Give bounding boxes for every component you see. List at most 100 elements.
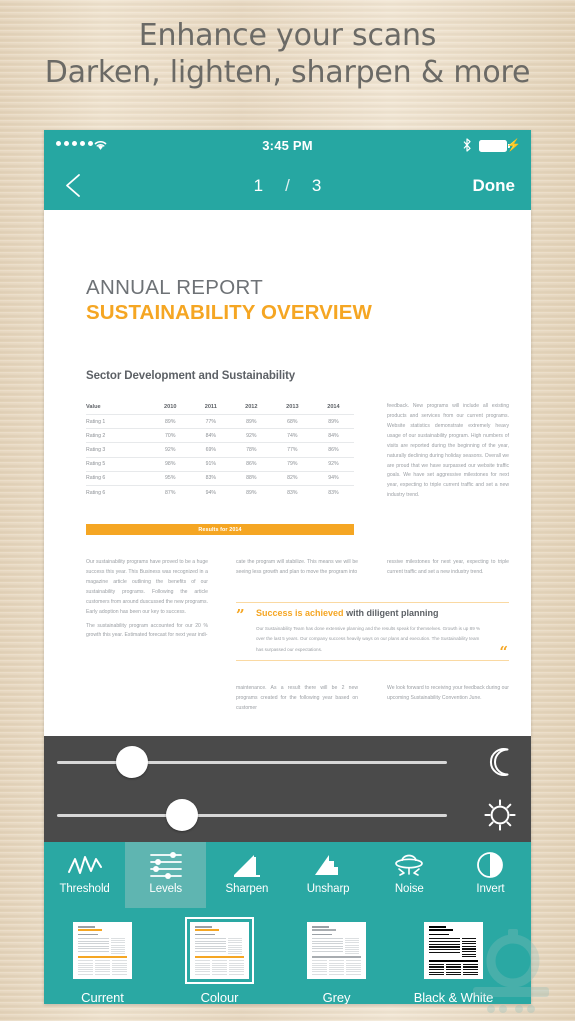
table-cell: 88% <box>230 470 272 486</box>
filter-preset-label: Grey <box>322 990 351 1004</box>
table-cell: 83% <box>190 470 231 486</box>
tool-sharpen[interactable]: Sharpen <box>206 842 287 908</box>
filter-preset-black-and-white[interactable]: Black & White <box>395 917 512 1004</box>
table-cell: Rating 6 <box>86 470 150 486</box>
paragraph: Our sustainability programs have proved … <box>86 559 208 615</box>
table-cell: Rating 1 <box>86 413 150 429</box>
table-row: Rating 5 98% 91% 86% 79% 92% <box>86 456 354 472</box>
pull-quote: ” Success is achieved with diligent plan… <box>236 602 509 661</box>
phone-screen: 3:45 PM ⚡ 1 / 3 Done ANNUAL REPORT SUSTA… <box>44 130 531 1004</box>
done-button[interactable]: Done <box>473 161 516 210</box>
table-cell: 70% <box>149 428 191 443</box>
paragraph: cate the program will stabilize. This me… <box>236 559 358 575</box>
filter-preset-label: Colour <box>200 990 239 1004</box>
table-header-row: Value 2010 2011 2012 2013 2014 <box>86 402 354 415</box>
table-header-cell: 2010 <box>164 404 177 410</box>
thumbnail-image <box>73 922 132 979</box>
table-cell: 84% <box>190 428 231 443</box>
table-cell: 78% <box>230 442 272 458</box>
filter-preset-colour[interactable]: Colour <box>161 917 278 1004</box>
invert-contrast-icon <box>475 848 505 882</box>
pull-quote-headline: Success is achieved with diligent planni… <box>256 608 509 619</box>
table-header-cell: 2012 <box>245 404 258 410</box>
promo-headline-line1: Enhance your scans <box>138 18 437 53</box>
thumbnail-frame-selected <box>185 917 254 984</box>
document-title-line1: ANNUAL REPORT <box>86 276 264 299</box>
table-cell: 89% <box>230 413 272 429</box>
promo-headline-line2: Darken, lighten, sharpen & more <box>44 54 531 90</box>
table-header-cell: Value <box>86 404 101 410</box>
paragraph: The sustainability program accounted for… <box>86 622 208 639</box>
table-cell: 83% <box>312 484 354 500</box>
table-header-cell: 2014 <box>327 404 340 410</box>
brightness-light-slider[interactable] <box>44 789 531 842</box>
table-cell: 83% <box>271 484 313 500</box>
paragraph: ressive milestones for next year, expect… <box>387 559 509 575</box>
thumbnail-frame <box>302 917 371 984</box>
filter-preset-label: Black & White <box>413 990 494 1004</box>
table-row: Rating 6 87% 94% 89% 83% 83% <box>86 484 354 500</box>
table-cell: Rating 5 <box>86 456 150 472</box>
table-cell: 69% <box>190 442 231 458</box>
sun-icon <box>484 799 516 831</box>
filter-preset-grey[interactable]: Grey <box>278 917 395 1004</box>
adjustment-sliders-panel <box>44 736 531 842</box>
status-bar-time: 3:45 PM <box>262 138 313 153</box>
sharpen-triangle-icon <box>230 848 264 882</box>
ratings-table: Value 2010 2011 2012 2013 2014 Rating 1 … <box>86 402 354 500</box>
filter-preset-label: Current <box>81 990 124 1004</box>
tool-levels[interactable]: Levels <box>125 842 207 908</box>
paragraph: feedback. New programs will include all … <box>387 403 509 499</box>
table-cell: 74% <box>271 428 313 443</box>
table-cell: 77% <box>271 442 313 458</box>
table-cell: 89% <box>149 413 191 429</box>
table-cell: 79% <box>271 456 313 472</box>
table-cell: 94% <box>312 470 354 486</box>
table-cell: 87% <box>149 484 191 500</box>
tool-unsharp[interactable]: Unsharp <box>288 842 369 908</box>
table-cell: 94% <box>190 484 231 500</box>
tool-threshold[interactable]: Threshold <box>44 842 125 908</box>
tool-noise[interactable]: Noise <box>369 842 450 908</box>
table-row: Rating 2 70% 84% 92% 74% 84% <box>86 428 354 443</box>
table-row: Rating 6 95% 83% 88% 82% 94% <box>86 470 354 486</box>
thumbnail-image <box>424 922 483 979</box>
table-cell: Rating 3 <box>86 442 150 458</box>
table-header-cell: 2013 <box>286 404 299 410</box>
slider-track[interactable] <box>57 814 447 817</box>
slider-knob[interactable] <box>116 746 148 778</box>
document-column-e: We look forward to receiving your feedba… <box>387 684 509 708</box>
brightness-dark-slider[interactable] <box>44 736 531 789</box>
tool-label: Unsharp <box>306 883 350 895</box>
bluetooth-icon <box>463 138 471 152</box>
thumbnail-frame <box>419 917 488 984</box>
filter-preset-current[interactable]: Current <box>44 917 161 1004</box>
page-indicator: 1 / 3 <box>44 161 531 210</box>
document-preview[interactable]: ANNUAL REPORT SUSTAINABILITY OVERVIEW Se… <box>44 210 531 736</box>
table-cell: Rating 2 <box>86 428 150 443</box>
levels-sliders-icon <box>147 848 185 882</box>
table-footer-bar: Results for 2014 <box>86 524 354 535</box>
page-total: 3 <box>311 175 322 195</box>
table-row: Rating 1 89% 77% 89% 68% 89% <box>86 413 354 429</box>
table-cell: 82% <box>271 470 313 486</box>
pull-quote-highlight: Success is achieved <box>256 608 344 618</box>
document-section-heading: Sector Development and Sustainability <box>86 370 296 382</box>
page-current: 1 <box>253 175 264 195</box>
document-column-a: Our sustainability programs have proved … <box>86 558 208 645</box>
pull-quote-rest: with diligent planning <box>343 608 439 618</box>
lightning-bolt-icon: ⚡ <box>506 138 521 152</box>
navigation-bar: 1 / 3 Done <box>44 161 531 210</box>
table-cell: 86% <box>312 442 354 458</box>
table-cell: 98% <box>149 456 191 472</box>
pull-quote-body: Our Sustainability Team has done extensi… <box>256 625 481 652</box>
table-cell: 92% <box>149 442 191 458</box>
document-column-b: cate the program will stabilize. This me… <box>236 558 358 582</box>
document-column-right-top: feedback. New programs will include all … <box>387 402 509 505</box>
table-cell: 68% <box>271 413 313 429</box>
table-cell: 95% <box>149 470 191 486</box>
tool-invert[interactable]: Invert <box>450 842 531 908</box>
filter-presets-bar[interactable]: Current Colour Grey Black & White <box>44 908 531 1004</box>
slider-knob[interactable] <box>166 799 198 831</box>
thumbnail-frame <box>68 917 137 984</box>
